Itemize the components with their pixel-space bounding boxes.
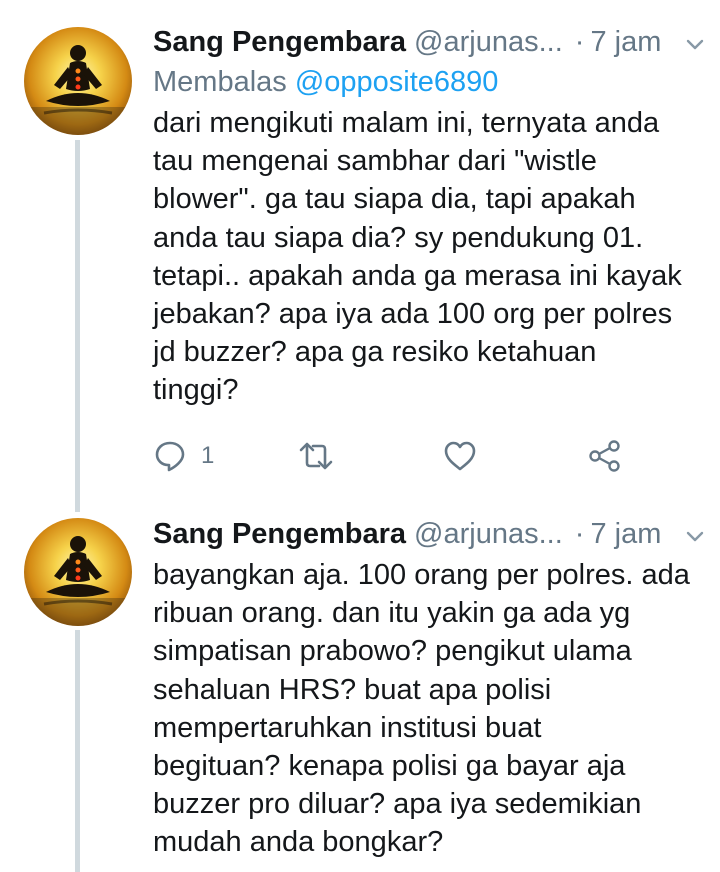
meditation-avatar-icon (24, 27, 132, 135)
share-icon (589, 440, 620, 472)
timestamp[interactable]: 7 jam (590, 22, 661, 62)
separator-dot: · (574, 26, 585, 58)
reply-icon (155, 441, 185, 472)
tweet-header: Sang Pengembara @arjunas... · 7 jam (153, 514, 702, 554)
tweet[interactable]: Sang Pengembara @arjunas... · 7 jam baya… (0, 500, 720, 872)
tweet[interactable]: Sang Pengembara @arjunas... · 7 jam Memb… (0, 0, 720, 500)
avatar[interactable] (24, 27, 132, 135)
like-icon (444, 441, 476, 471)
tweet-text: bayangkan aja. 100 orang per polres. ada… (153, 559, 690, 859)
meditation-avatar-icon (24, 518, 132, 626)
author-handle[interactable]: @arjunas... (414, 22, 563, 62)
reply-count: 1 (201, 442, 215, 469)
share-button[interactable] (588, 439, 622, 473)
timestamp[interactable]: 7 jam (590, 514, 661, 554)
tweet-content: Sang Pengembara @arjunas... · 7 jam Memb… (153, 22, 702, 410)
reply-button[interactable]: 1 (153, 439, 298, 473)
tweet-text: dari mengikuti malam ini, ternyata anda … (153, 107, 682, 407)
chevron-down-icon[interactable] (684, 526, 706, 548)
author-name[interactable]: Sang Pengembara (153, 22, 406, 62)
retweet-icon (299, 442, 333, 470)
reply-context: Membalas @opposite6890 (153, 62, 702, 102)
author-handle[interactable]: @arjunas... (414, 514, 563, 554)
tweet-content: Sang Pengembara @arjunas... · 7 jam baya… (153, 514, 702, 862)
chevron-down-icon[interactable] (684, 34, 706, 56)
reply-mention-link[interactable]: @opposite6890 (295, 66, 499, 98)
author-name[interactable]: Sang Pengembara (153, 514, 406, 554)
tweet-header: Sang Pengembara @arjunas... · 7 jam (153, 22, 702, 62)
tweet-actions: 1 (153, 436, 622, 476)
reply-prefix: Membalas (153, 66, 287, 98)
separator-dot: · (574, 518, 585, 550)
retweet-button[interactable] (298, 439, 443, 473)
avatar[interactable] (24, 518, 132, 626)
like-button[interactable] (443, 440, 588, 472)
